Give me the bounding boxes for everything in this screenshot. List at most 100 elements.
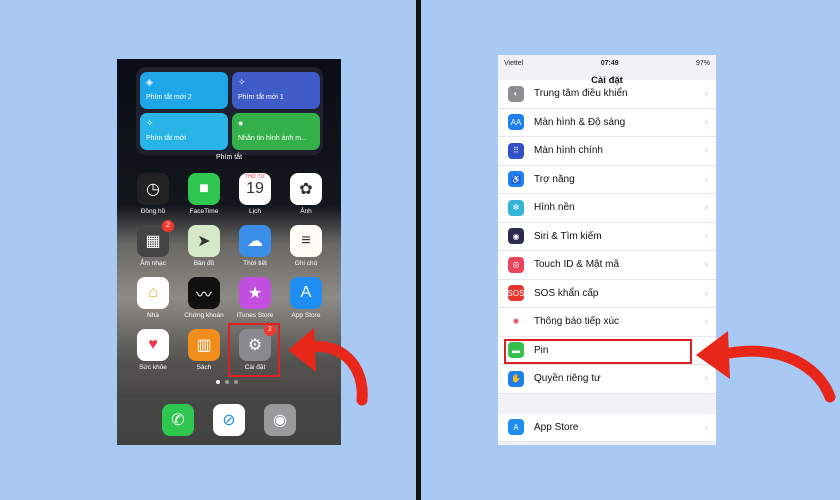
settings-row-h-nh-n-n[interactable]: ✻ Hình nền › [498,194,716,223]
row-glyph: AA [510,117,522,127]
dock-glyph: ✆ [171,412,185,429]
settings-row-trung-t-m-i-u-khi-n[interactable]: ◐ Trung tâm điều khiển › [498,80,716,109]
page-dots[interactable] [216,380,238,384]
settings-highlight-box [228,323,280,377]
row-label: Trợ năng [534,173,575,185]
chevron-right-icon: › [704,88,708,100]
notification-badge: 2 [162,220,174,232]
app-facetime[interactable]: ■ FaceTime [179,173,229,215]
settings-row-th-ng-b-o-ti-p-x-c[interactable]: ✺ Thông báo tiếp xúc › [498,308,716,337]
settings-row-quy-n-ri-ng-t-[interactable]: ✋ Quyền riêng tư › [498,365,716,394]
settings-row-m-n-h-nh-s-ng[interactable]: AA Màn hình & Độ sáng › [498,109,716,137]
settings-row-tr-n-ng[interactable]: ♿ Trợ năng › [498,166,716,194]
shortcut-button[interactable]: ◈ Phím tắt mới 2 [140,72,228,109]
row-label: SOS khẩn cấp [534,287,599,299]
chevron-right-icon: › [704,202,708,214]
app-label: Chứng khoán [184,312,224,319]
app-icon: ▥ [188,329,220,361]
chevron-right-icon: › [704,230,708,242]
row-icon: ◎ [508,256,524,273]
row-glyph: ✻ [512,203,520,213]
app-app-store[interactable]: A App Store [281,277,331,319]
app-itunes-store[interactable]: ★ iTunes Store [230,277,280,319]
app-label: Âm nhạc [140,260,166,267]
app-âm-nhạc[interactable]: ▦ 2 Âm nhạc [128,220,178,267]
layers-icon: ◈ [146,77,153,87]
row-icon: ♿ [508,171,524,188]
app-label: Thời tiết [243,260,267,267]
row-icon: SOS [508,285,524,302]
row-glyph: ⠿ [513,146,519,156]
app-label: Sách [196,364,212,371]
status-bar: Viettel 07:49 97% [498,55,716,71]
app-thời-tiết[interactable]: ☁ Thời tiết [230,225,280,267]
app-glyph: 19 [246,180,264,197]
shortcut-button[interactable]: ✧ Phím tắt mới [140,113,228,150]
app-label: iTunes Store [236,312,274,319]
row-glyph: A [513,422,519,432]
dock-phone[interactable]: ✆ [153,404,203,436]
shortcut-label: Phím tắt mới 1 [238,94,284,101]
app-icon: ⌂ [137,277,169,309]
red-arrow-right [696,331,836,403]
app-đồng-hồ[interactable]: ◷ Đồng hồ [128,173,178,215]
row-icon: ◉ [508,228,524,245]
shortcut-button[interactable]: ● Nhắn tin hình ảnh m... [232,113,320,150]
app-glyph: ■ [199,180,209,197]
row-icon: ✻ [508,199,524,216]
red-arrow-left [288,328,368,406]
app-icon: A [290,277,322,309]
app-icon: ▦ 2 [137,220,174,257]
app-glyph: ▦ [145,233,161,250]
chevron-right-icon: › [704,116,708,128]
app-icon: THỨ TƯ 19 [239,173,271,205]
app-icon: ★ [239,277,271,309]
row-label: Hình nền [534,202,575,214]
app-ảnh[interactable]: ✿ Ảnh [281,173,331,215]
app-chứng-khoán[interactable]: 〰 Chứng khoán [179,277,229,319]
app-label: App Store [291,312,321,319]
settings-row-touch-id-m-t-m-[interactable]: ◎ Touch ID & Mật mã › [498,251,716,280]
widget-label: Phím tắt [215,154,243,161]
app-label: Ghi chú [294,260,318,267]
app-glyph: A [300,284,312,301]
app-glyph: ⌂ [148,284,158,301]
battery: 97% [695,59,710,67]
row-glyph: ♿ [511,174,521,184]
settings-row-app-store[interactable]: A App Store › [498,414,716,442]
chevron-right-icon: › [704,287,708,299]
divider [416,0,421,500]
app-glyph: ◷ [146,181,160,198]
app-nhà[interactable]: ⌂ Nhà [128,277,178,319]
row-label: Quyền riêng tư [534,373,601,385]
app-label: Nhà [147,312,159,319]
app-bản-đồ[interactable]: ➤ Bản đồ [179,225,229,267]
app-icon: ■ [188,173,220,205]
app-glyph: ≡ [301,232,311,249]
dock-safari[interactable]: ⊘ [204,404,254,436]
safari-icon: ⊘ [213,404,245,436]
app-icon: 〰 [188,277,220,309]
app-label: Đồng hồ [140,208,166,215]
app-glyph: ♥ [148,336,158,353]
chevron-right-icon: › [704,145,708,157]
settings-row-siri-t-m-ki-m[interactable]: ◉ Siri & Tìm kiếm › [498,223,716,251]
row-icon: ✺ [508,313,524,330]
settings-row-sos-kh-n-c-p[interactable]: SOS SOS khẩn cấp › [498,280,716,308]
settings-row-m-n-h-nh-ch-nh[interactable]: ⠿ Màn hình chính › [498,137,716,166]
shortcut-button[interactable]: ✧ Phím tắt mới 1 [232,72,320,109]
chevron-right-icon: › [704,421,708,433]
app-lịch[interactable]: THỨ TƯ 19 Lịch [230,173,280,215]
clock: 07:49 [600,59,619,67]
row-glyph: ✋ [511,374,521,384]
carrier: Viettel [504,59,524,67]
sparkle-icon: ✧ [238,77,246,87]
app-icon: ➤ [188,225,220,257]
app-sách[interactable]: ▥ Sách [179,329,229,371]
app-ghi-chú[interactable]: ≡ Ghi chú [281,225,331,267]
app-sức-khỏe[interactable]: ♥ Sức khỏe [128,329,178,371]
row-label: Siri & Tìm kiếm [534,230,602,242]
app-icon: ♥ [137,329,169,361]
weekday: THỨ TƯ [245,174,265,180]
app-icon: ✿ [290,173,322,205]
